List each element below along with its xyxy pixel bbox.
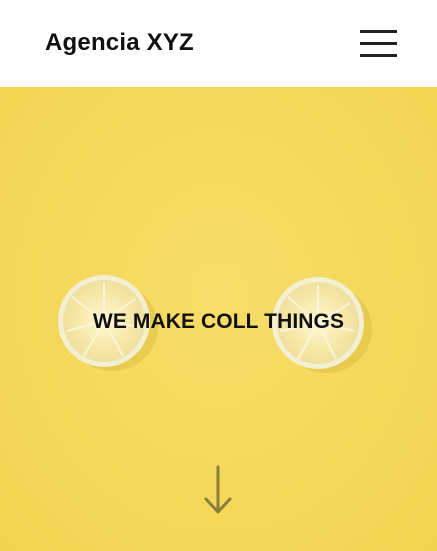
hero-title: WE MAKE COLL THINGS — [92, 310, 345, 333]
menu-bar — [360, 54, 397, 57]
menu-bar — [360, 42, 397, 45]
hamburger-menu-icon[interactable] — [360, 28, 398, 58]
site-header: Agencia XYZ — [0, 0, 437, 87]
arrow-down-icon[interactable] — [202, 465, 234, 517]
site-logo[interactable]: Agencia XYZ — [45, 28, 194, 58]
menu-bar — [360, 30, 397, 33]
hero-section: WE MAKE COLL THINGS — [0, 87, 437, 551]
